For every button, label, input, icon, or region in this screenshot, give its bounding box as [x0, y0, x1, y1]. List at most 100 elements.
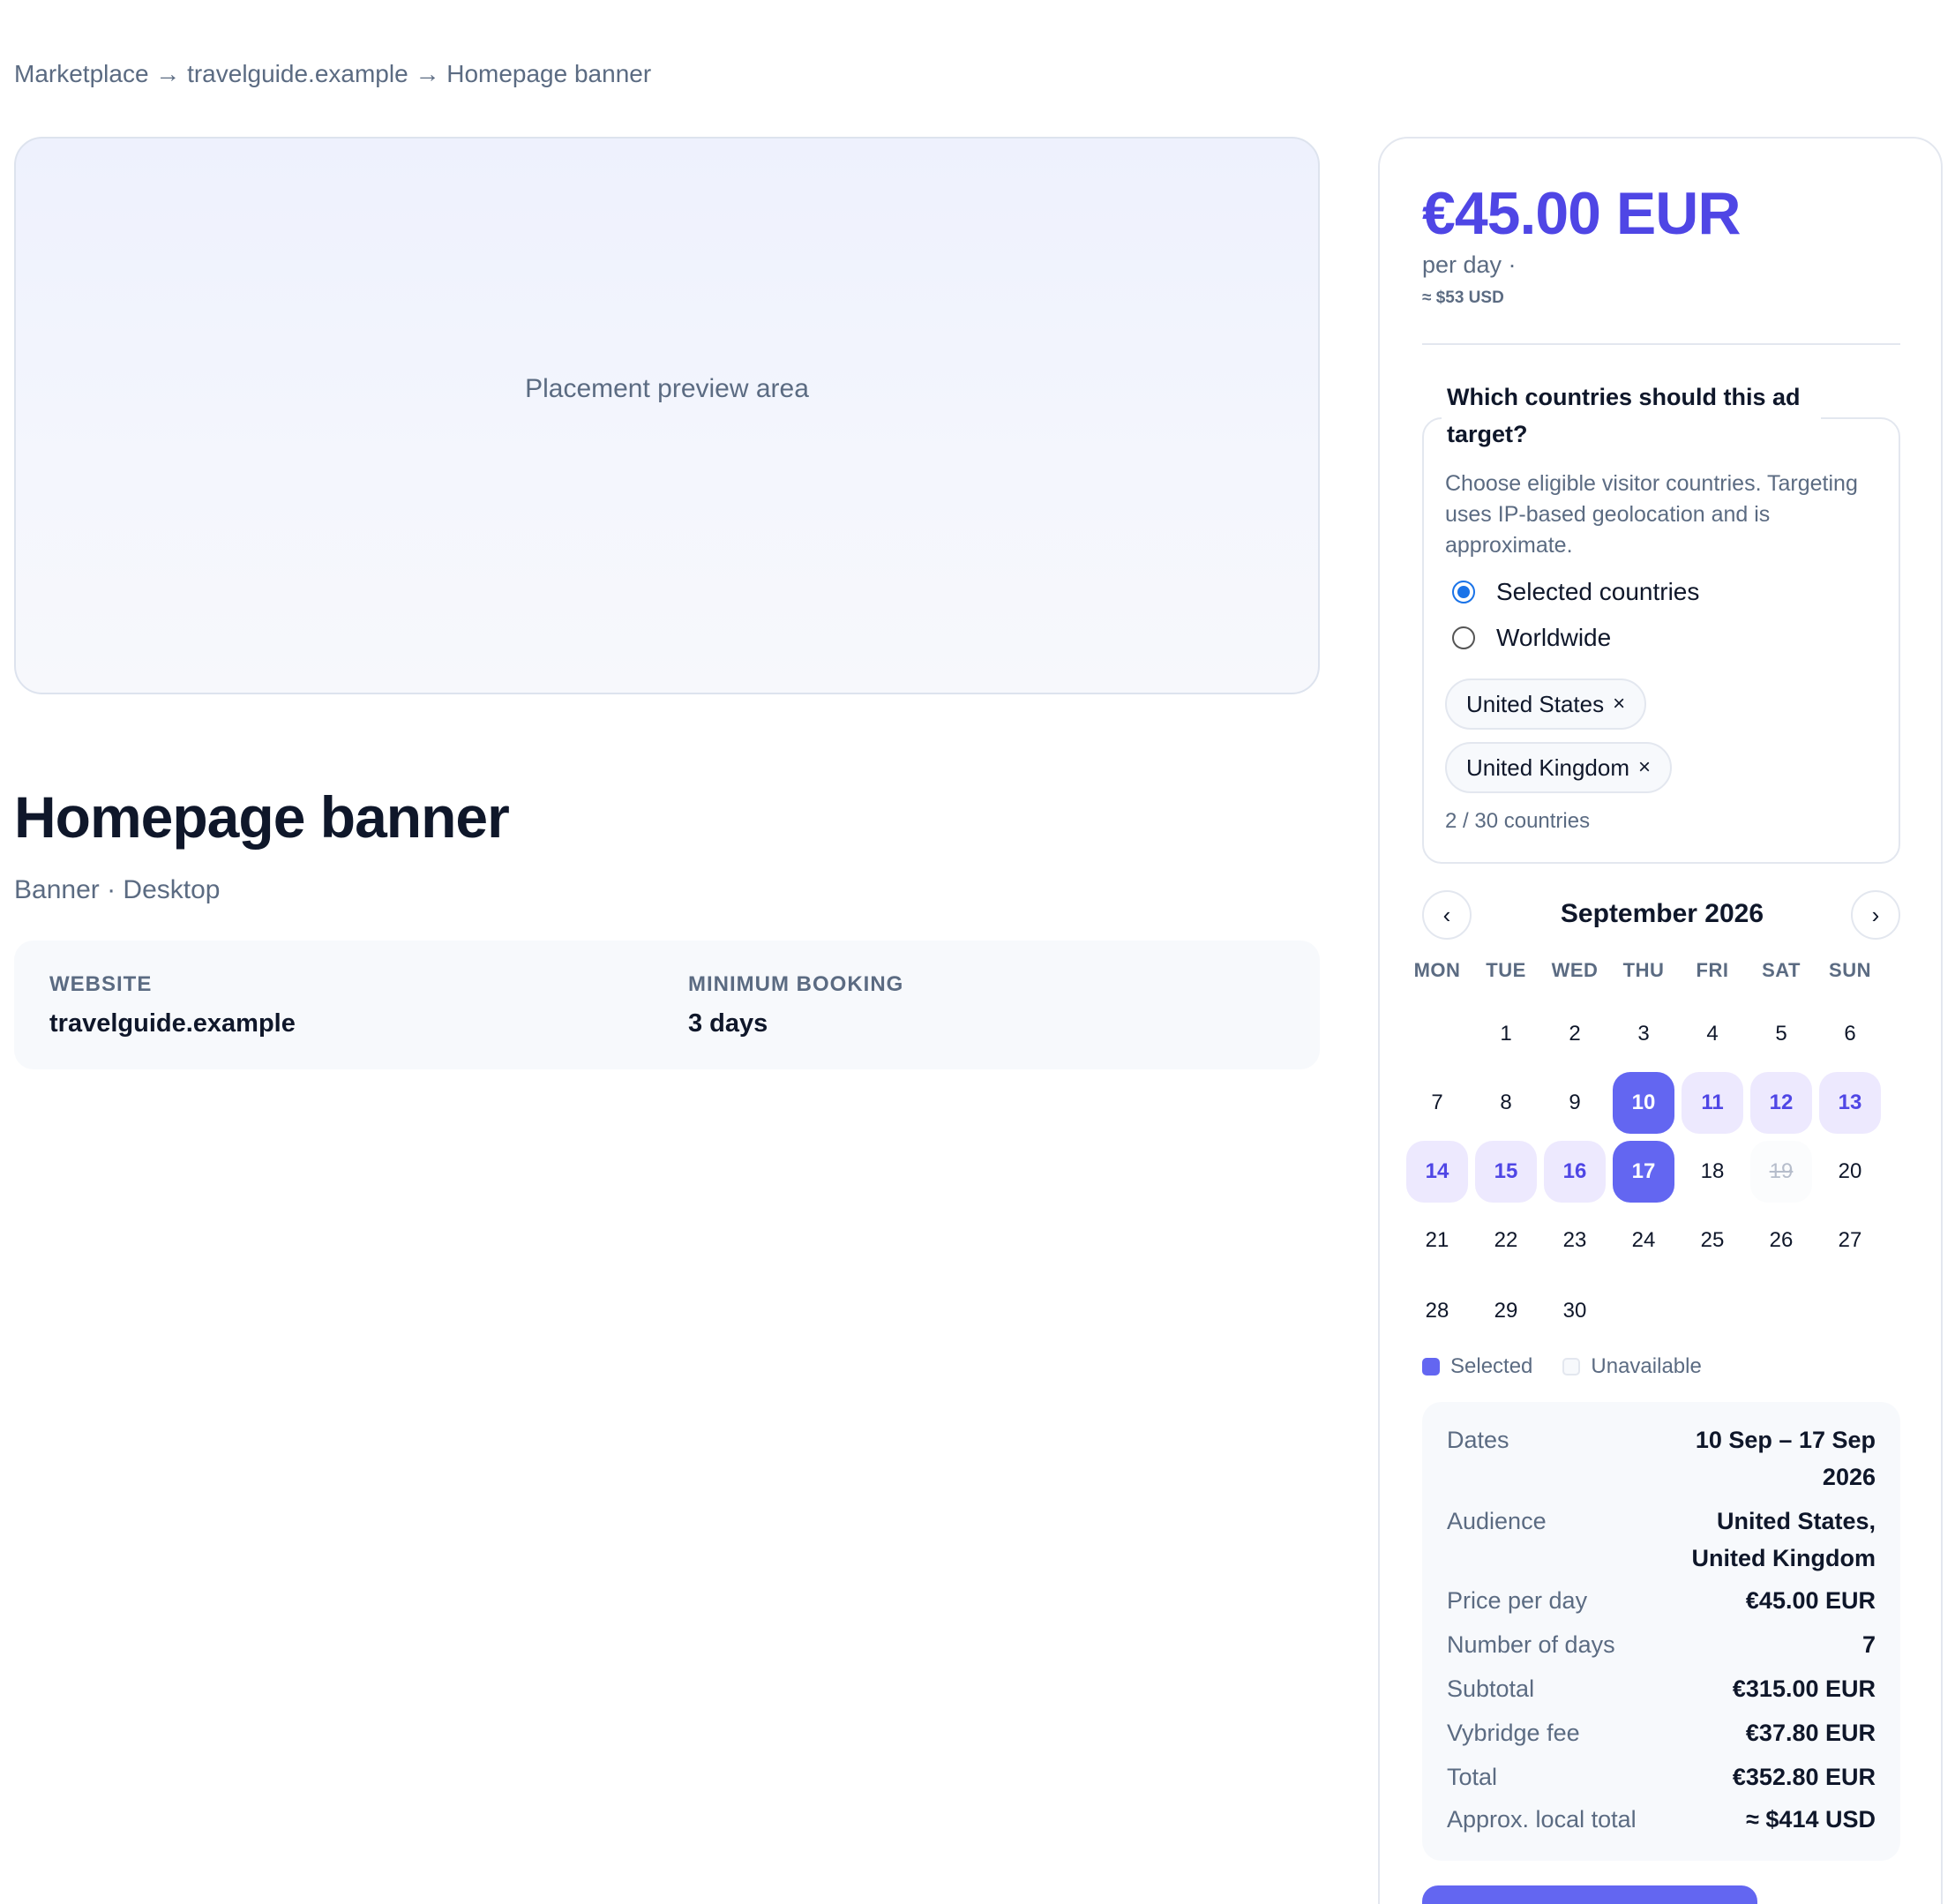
calendar-day[interactable]: 27	[1819, 1210, 1881, 1271]
targeting-question: Which countries should this ad target?	[1442, 379, 1821, 453]
calendar-day[interactable]: 13	[1819, 1072, 1881, 1134]
calendar-day[interactable]: 14	[1406, 1141, 1468, 1203]
summary-value: €37.80 EUR	[1745, 1720, 1876, 1746]
calendar-day[interactable]: 15	[1475, 1141, 1537, 1203]
summary-value: ≈ $414 USD	[1746, 1806, 1876, 1833]
calendar-day[interactable]: 18	[1682, 1141, 1743, 1203]
prev-month-button[interactable]: ‹	[1422, 890, 1472, 940]
summary-label: Price per day	[1447, 1587, 1588, 1614]
radio-worldwide[interactable]: Worldwide	[1452, 624, 1611, 652]
weekday-header: MON	[1413, 959, 1461, 981]
legend-unavailable-label: Unavailable	[1591, 1354, 1702, 1378]
calendar-day[interactable]: 9	[1544, 1072, 1606, 1134]
summary-value: United States, United Kingdom	[1691, 1508, 1876, 1571]
website-info: WEBSITE travelguide.example	[49, 972, 296, 1038]
country-chip-united-kingdom: United Kingdom ×	[1445, 742, 1673, 793]
approx-price: ≈ $53 USD	[1422, 289, 1504, 307]
legend-selected-label: Selected	[1450, 1354, 1533, 1378]
chip-label: United Kingdom	[1466, 753, 1629, 781]
weekday-header: THU	[1622, 959, 1665, 981]
remove-icon[interactable]: ×	[1638, 755, 1651, 780]
summary-row-price-per-day: Price per day €45.00 EUR	[1447, 1582, 1876, 1619]
booking-sidebar: €45.00 EUR per day · ≈ $53 USD Choose el…	[1378, 137, 1943, 1904]
calendar-day[interactable]: 26	[1750, 1210, 1812, 1271]
calendar-day[interactable]: 30	[1544, 1280, 1606, 1342]
calendar-day[interactable]: 1	[1475, 1003, 1537, 1065]
weekday-header: FRI	[1696, 959, 1729, 981]
website-label: WEBSITE	[49, 972, 153, 996]
summary-value: €352.80 EUR	[1732, 1764, 1876, 1790]
summary-row-local-total: Approx. local total ≈ $414 USD	[1447, 1801, 1876, 1838]
summary-row-number-of-days: Number of days 7	[1447, 1626, 1876, 1663]
summary-value: €315.00 EUR	[1732, 1675, 1876, 1702]
divider	[1422, 343, 1900, 345]
next-month-button[interactable]: ›	[1851, 890, 1900, 940]
website-value: travelguide.example	[49, 1009, 296, 1038]
summary-value: 10 Sep – 17 Sep 2026	[1695, 1427, 1876, 1490]
calendar-day[interactable]: 2	[1544, 1003, 1606, 1065]
booking-summary: Dates 10 Sep – 17 Sep 2026 Audience Unit…	[1422, 1402, 1900, 1861]
placement-preview: Placement preview area	[14, 137, 1320, 694]
weekday-header: WED	[1551, 959, 1599, 981]
calendar-day[interactable]: 20	[1819, 1141, 1881, 1203]
calendar-legend: Selected Unavailable	[1422, 1354, 1702, 1379]
summary-value: €45.00 EUR	[1745, 1587, 1876, 1614]
calendar-day[interactable]: 17	[1613, 1141, 1674, 1203]
summary-label: Approx. local total	[1447, 1806, 1637, 1833]
calendar-day[interactable]: 4	[1682, 1003, 1743, 1065]
price: €45.00 EUR	[1422, 180, 1741, 247]
weekday-header: TUE	[1486, 959, 1526, 981]
per-day-label: per day ·	[1422, 251, 1517, 278]
preview-label: Placement preview area	[525, 374, 809, 403]
summary-label: Audience	[1447, 1508, 1547, 1534]
calendar-day[interactable]: 12	[1750, 1072, 1812, 1134]
summary-value: 7	[1861, 1631, 1876, 1658]
calendar-day[interactable]: 24	[1613, 1210, 1674, 1271]
summary-row-dates: Dates 10 Sep – 17 Sep 2026	[1447, 1421, 1876, 1495]
summary-label: Vybridge fee	[1447, 1720, 1580, 1746]
calendar-day[interactable]: 3	[1613, 1003, 1674, 1065]
min-booking-label: MINIMUM BOOKING	[688, 972, 904, 996]
radio-worldwide-label: Worldwide	[1496, 624, 1612, 651]
calendar-day[interactable]: 23	[1544, 1210, 1606, 1271]
min-booking-value: 3 days	[688, 1009, 768, 1038]
targeting-description: Choose eligible visitor countries. Targe…	[1445, 471, 1858, 558]
country-targeting-fieldset: Choose eligible visitor countries. Targe…	[1422, 417, 1900, 864]
calendar-day[interactable]: 22	[1475, 1210, 1537, 1271]
calendar-day[interactable]: 16	[1544, 1141, 1606, 1203]
summary-label: Subtotal	[1447, 1675, 1535, 1702]
weekday-header: SAT	[1762, 959, 1801, 981]
chevron-right-icon: ›	[1871, 901, 1880, 928]
summary-row-total: Total €352.80 EUR	[1447, 1758, 1876, 1795]
country-chip-united-states: United States ×	[1445, 678, 1647, 730]
calendar-day[interactable]: 5	[1750, 1003, 1812, 1065]
remove-icon[interactable]: ×	[1613, 692, 1625, 716]
radio-checked-icon[interactable]	[1452, 581, 1475, 603]
calendar-day[interactable]: 25	[1682, 1210, 1743, 1271]
calendar-day[interactable]: 7	[1406, 1072, 1468, 1134]
calendar-day[interactable]: 6	[1819, 1003, 1881, 1065]
calendar-day[interactable]: 29	[1475, 1280, 1537, 1342]
calendar-day[interactable]: 10	[1613, 1072, 1674, 1134]
calendar-day[interactable]: 11	[1682, 1072, 1743, 1134]
radio-selected-countries[interactable]: Selected countries	[1452, 578, 1699, 606]
radio-unchecked-icon[interactable]	[1452, 626, 1475, 649]
calendar-day: 19	[1750, 1141, 1812, 1203]
book-button[interactable]	[1422, 1885, 1757, 1904]
listing-info-box: WEBSITE travelguide.example MINIMUM BOOK…	[14, 941, 1320, 1069]
calendar-day[interactable]: 8	[1475, 1072, 1537, 1134]
calendar-day[interactable]: 21	[1406, 1210, 1468, 1271]
min-booking-info: MINIMUM BOOKING 3 days	[688, 972, 903, 1038]
month-label: September 2026	[1560, 899, 1764, 928]
unavailable-swatch	[1562, 1358, 1581, 1376]
weekday-header: SUN	[1829, 959, 1871, 981]
country-count: 2 / 30 countries	[1445, 809, 1591, 833]
page-subtitle: Banner · Desktop	[14, 875, 221, 904]
chevron-left-icon: ‹	[1442, 901, 1451, 928]
summary-label: Dates	[1447, 1427, 1509, 1453]
calendar-day[interactable]: 28	[1406, 1280, 1468, 1342]
radio-selected-label: Selected countries	[1496, 578, 1700, 605]
summary-row-subtotal: Subtotal €315.00 EUR	[1447, 1670, 1876, 1707]
breadcrumb: Marketplace → travelguide.example → Home…	[14, 60, 652, 87]
summary-row-fee: Vybridge fee €37.80 EUR	[1447, 1714, 1876, 1751]
